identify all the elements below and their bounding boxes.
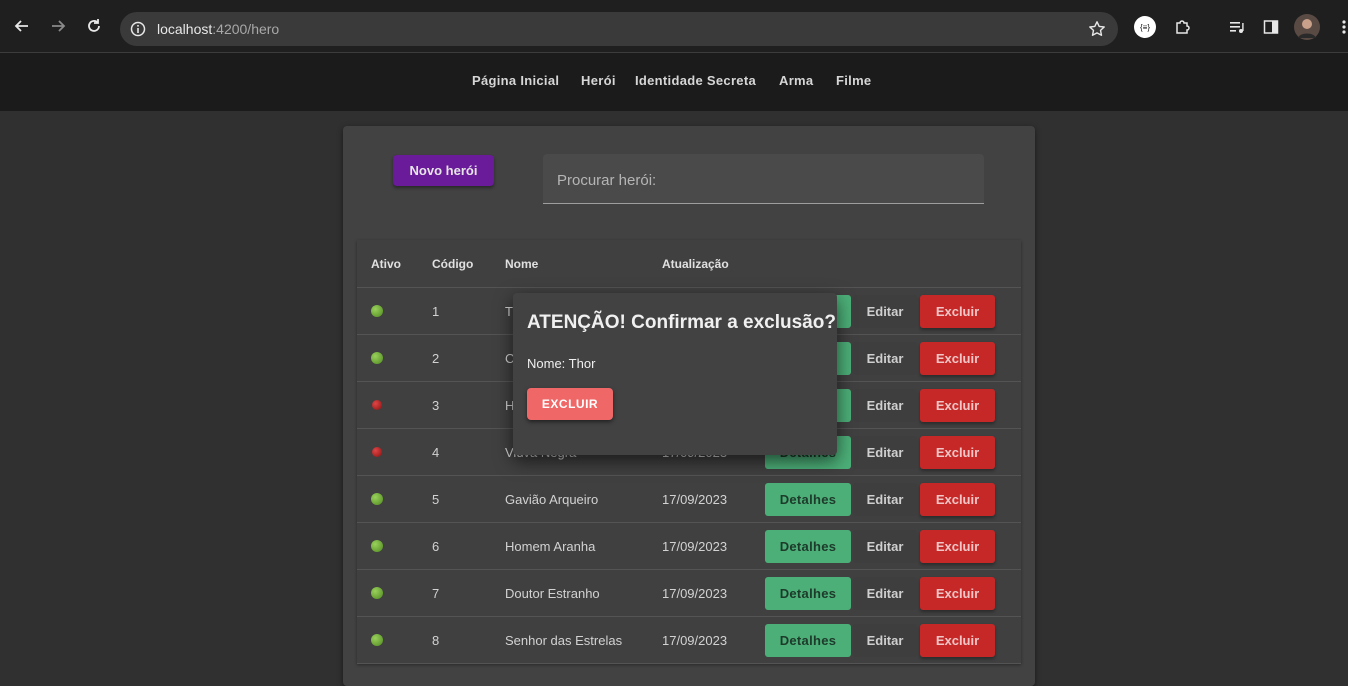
address-bar[interactable]: localhost:4200/hero — [120, 12, 1118, 46]
delete-button[interactable]: Excluir — [920, 483, 995, 516]
search-placeholder: Procurar herói: — [557, 172, 657, 189]
extensions-puzzle-icon[interactable] — [1172, 16, 1194, 38]
status-inactive-icon — [372, 400, 382, 410]
row-date: 17/09/2023 — [662, 492, 728, 507]
browser-toolbar: localhost:4200/hero {≡} — [0, 0, 1348, 53]
row-code: 8 — [432, 633, 440, 648]
header-active[interactable]: Ativo — [371, 257, 401, 271]
row-date: 17/09/2023 — [662, 633, 728, 648]
edit-button[interactable]: Editar — [853, 483, 917, 516]
status-active-icon — [371, 587, 383, 599]
table-row: 8 Senhor das Estrelas 17/09/2023 Detalhe… — [357, 617, 1021, 664]
row-date: 17/09/2023 — [662, 539, 728, 554]
delete-button[interactable]: Excluir — [920, 530, 995, 563]
status-active-icon — [371, 305, 383, 317]
row-code: 6 — [432, 539, 440, 554]
header-code[interactable]: Código — [432, 257, 473, 271]
browser-menu-icon[interactable] — [1333, 16, 1348, 38]
row-code: 3 — [432, 398, 440, 413]
status-active-icon — [371, 493, 383, 505]
details-button[interactable]: Detalhes — [765, 577, 851, 610]
delete-confirm-dialog: ATENÇÃO! Confirmar a exclusão? Nome: Tho… — [513, 293, 837, 455]
row-name: Doutor Estranho — [505, 586, 600, 601]
status-active-icon — [371, 540, 383, 552]
delete-button[interactable]: Excluir — [920, 624, 995, 657]
delete-button[interactable]: Excluir — [920, 295, 995, 328]
profile-avatar[interactable] — [1294, 14, 1320, 40]
delete-button[interactable]: Excluir — [920, 342, 995, 375]
url-host: localhost — [157, 21, 213, 37]
row-code: 5 — [432, 492, 440, 507]
extension-json-icon[interactable]: {≡} — [1134, 16, 1156, 38]
status-active-icon — [371, 634, 383, 646]
table-row: 6 Homem Aranha 17/09/2023 Detalhes Edita… — [357, 523, 1021, 570]
new-hero-button[interactable]: Novo herói — [393, 155, 494, 186]
media-controls-icon[interactable] — [1226, 16, 1248, 38]
nav-hero[interactable]: Herói — [581, 73, 616, 88]
nav-weapon[interactable]: Arma — [779, 73, 813, 88]
edit-button[interactable]: Editar — [853, 624, 917, 657]
svg-text:{≡}: {≡} — [1140, 23, 1150, 32]
url-path: :4200/hero — [212, 21, 280, 37]
side-panel-icon[interactable] — [1260, 16, 1282, 38]
delete-button[interactable]: Excluir — [920, 436, 995, 469]
nav-secret-identity[interactable]: Identidade Secreta — [635, 73, 756, 88]
row-name: Senhor das Estrelas — [505, 633, 623, 648]
edit-button[interactable]: Editar — [853, 389, 917, 422]
edit-button[interactable]: Editar — [853, 577, 917, 610]
app-navbar: Página Inicial Herói Identidade Secreta … — [0, 53, 1348, 111]
nav-movie[interactable]: Filme — [836, 73, 871, 88]
search-input[interactable]: Procurar herói: — [543, 154, 984, 204]
forward-icon[interactable] — [47, 15, 69, 37]
row-name: Homem Aranha — [505, 539, 596, 554]
url-text: localhost:4200/hero — [157, 21, 279, 37]
row-code: 2 — [432, 351, 440, 366]
delete-button[interactable]: Excluir — [920, 389, 995, 422]
row-code: 7 — [432, 586, 440, 601]
delete-button[interactable]: Excluir — [920, 577, 995, 610]
status-active-icon — [371, 352, 383, 364]
table-row: 7 Doutor Estranho 17/09/2023 Detalhes Ed… — [357, 570, 1021, 617]
row-name: T — [505, 304, 513, 319]
header-name[interactable]: Nome — [505, 257, 538, 271]
row-code: 4 — [432, 445, 440, 460]
row-date: 17/09/2023 — [662, 586, 728, 601]
nav-home[interactable]: Página Inicial — [472, 73, 559, 88]
header-updated[interactable]: Atualização — [662, 257, 729, 271]
confirm-delete-button[interactable]: EXCLUIR — [527, 388, 613, 420]
details-button[interactable]: Detalhes — [765, 624, 851, 657]
dialog-body: Nome: Thor — [527, 356, 596, 371]
edit-button[interactable]: Editar — [853, 342, 917, 375]
edit-button[interactable]: Editar — [853, 436, 917, 469]
details-button[interactable]: Detalhes — [765, 530, 851, 563]
table-row: 5 Gavião Arqueiro 17/09/2023 Detalhes Ed… — [357, 476, 1021, 523]
reload-icon[interactable] — [83, 15, 105, 37]
status-inactive-icon — [372, 447, 382, 457]
edit-button[interactable]: Editar — [853, 295, 917, 328]
edit-button[interactable]: Editar — [853, 530, 917, 563]
row-code: 1 — [432, 304, 440, 319]
site-info-icon[interactable] — [130, 21, 146, 42]
row-name: Gavião Arqueiro — [505, 492, 599, 507]
back-icon[interactable] — [11, 15, 33, 37]
table-header: Ativo Código Nome Atualização — [357, 240, 1021, 288]
details-button[interactable]: Detalhes — [765, 483, 851, 516]
dialog-title: ATENÇÃO! Confirmar a exclusão? — [527, 312, 836, 333]
bookmark-star-icon[interactable] — [1088, 20, 1106, 43]
